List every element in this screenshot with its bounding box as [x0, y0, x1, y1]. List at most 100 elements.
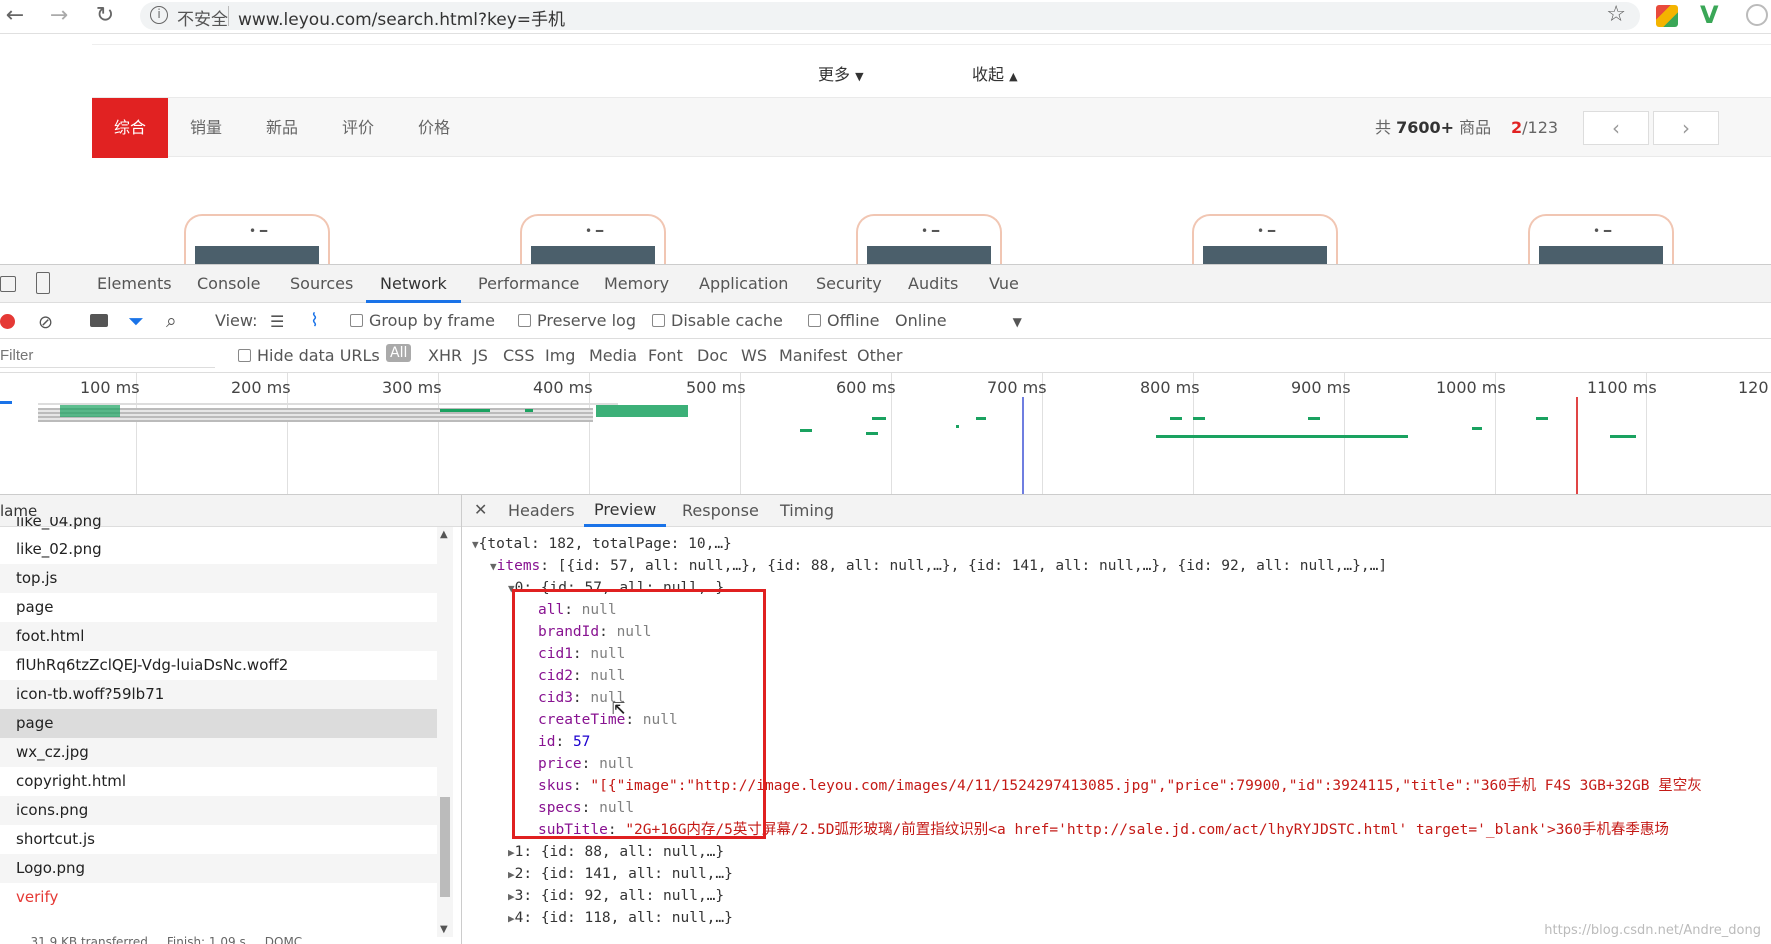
request-row[interactable]: flUhRq6tzZclQEJ-Vdg-luiaDsNc.woff2 — [0, 651, 437, 680]
request-row-selected[interactable]: page — [0, 709, 437, 738]
reload-icon[interactable]: ↻ — [92, 3, 118, 28]
filter-type-manifest[interactable]: Manifest — [779, 346, 847, 365]
tab-console[interactable]: Console — [197, 265, 261, 303]
tab-security[interactable]: Security — [816, 265, 882, 303]
json-items[interactable]: ▼items: [{id: 57, all: null,…}, {id: 88,… — [490, 555, 1387, 577]
filter-icon[interactable]: ⏷ — [128, 309, 144, 333]
disable-cache-checkbox[interactable]: Disable cache — [652, 311, 783, 330]
json-value: "2G+16G内存/5英寸屏幕/2.5D弧形玻璃/前置指纹识别<a href='… — [625, 822, 1669, 838]
highlight-box — [512, 589, 766, 839]
tab-sources[interactable]: Sources — [290, 265, 353, 303]
scrollbar-thumb[interactable] — [440, 797, 450, 897]
filter-type-img[interactable]: Img — [545, 346, 575, 365]
request-row[interactable]: foot.html — [0, 622, 437, 651]
result-count: 共 7600+ 商品 — [1375, 118, 1492, 137]
tab-preview[interactable]: Preview — [584, 495, 667, 527]
vue-devtools-icon[interactable]: V — [1700, 1, 1719, 29]
throttling-select[interactable]: Online ▼ — [895, 311, 1022, 330]
hide-data-urls-checkbox[interactable]: Hide data URLs — [238, 346, 380, 365]
filter-type-ws[interactable]: WS — [741, 346, 767, 365]
view-label: View: — [215, 311, 258, 330]
filter-type-other[interactable]: Other — [857, 346, 902, 365]
json-item-collapsed[interactable]: ▶4: {id: 118, all: null,…} — [508, 907, 733, 929]
sort-tab-new[interactable]: 新品 — [244, 98, 320, 158]
scrollbar[interactable]: ▲ ▼ — [437, 527, 453, 937]
waterfall-bar — [1156, 435, 1408, 438]
search-icon[interactable]: ⌕ — [166, 310, 177, 332]
request-row[interactable]: Logo.png — [0, 854, 437, 883]
tab-audits[interactable]: Audits — [908, 265, 958, 303]
tab-performance[interactable]: Performance — [478, 265, 579, 303]
request-row[interactable]: verify — [0, 883, 437, 912]
filter-type-all[interactable]: All — [386, 344, 412, 362]
device-toolbar-icon[interactable] — [36, 272, 50, 294]
back-icon[interactable]: ← — [2, 3, 28, 28]
filter-type-media[interactable]: Media — [589, 346, 637, 365]
offline-checkbox[interactable]: Offline — [808, 311, 880, 330]
json-item-collapsed[interactable]: ▶2: {id: 141, all: null,…} — [508, 863, 733, 885]
filter-type-doc[interactable]: Doc — [697, 346, 728, 365]
sort-tab-reviews[interactable]: 评价 — [320, 98, 396, 158]
waterfall-bar — [1308, 417, 1320, 420]
request-row[interactable]: like_02.png — [0, 535, 437, 564]
tab-headers[interactable]: Headers — [508, 501, 575, 520]
request-row[interactable]: page — [0, 593, 437, 622]
clear-icon[interactable]: ⊘ — [38, 312, 53, 333]
filter-type-font[interactable]: Font — [648, 346, 683, 365]
next-page-button[interactable]: › — [1653, 111, 1719, 145]
inspect-icon[interactable] — [0, 276, 16, 292]
group-by-frame-checkbox[interactable]: Group by frame — [350, 311, 495, 330]
waterfall-bar — [866, 432, 878, 435]
tab-vue[interactable]: Vue — [989, 265, 1019, 303]
sort-tab-sales[interactable]: 销量 — [168, 98, 244, 158]
security-label: 不安全 — [177, 10, 228, 30]
json-item-collapsed[interactable]: ▶3: {id: 92, all: null,…} — [508, 885, 724, 907]
request-row[interactable]: icons.png — [0, 796, 437, 825]
tab-timing[interactable]: Timing — [780, 501, 834, 520]
request-row[interactable]: icon-tb.woff?59lb71 — [0, 680, 437, 709]
screenshot-icon[interactable] — [90, 314, 108, 327]
url-text[interactable]: www.leyou.com/search.html?key=手机 — [238, 5, 565, 30]
tab-elements[interactable]: Elements — [97, 265, 172, 303]
prev-page-button[interactable]: ‹ — [1583, 111, 1649, 145]
waterfall-bar — [525, 409, 533, 412]
overview-icon[interactable]: ⌇ — [310, 310, 319, 331]
address-bar[interactable]: i 不安全 www.leyou.com/search.html?key=手机 ☆ — [140, 2, 1640, 30]
request-row[interactable]: like_04.png — [0, 517, 437, 533]
request-row[interactable]: shortcut.js — [0, 825, 437, 854]
request-row[interactable]: wx_cz.jpg — [0, 738, 437, 767]
json-root[interactable]: ▼{total: 182, totalPage: 10,…} — [472, 533, 732, 555]
json-item-collapsed[interactable]: ▶1: {id: 88, all: null,…} — [508, 841, 724, 863]
filter-type-css[interactable]: CSS — [503, 346, 534, 365]
extension-icon[interactable] — [1656, 5, 1678, 27]
tab-application[interactable]: Application — [699, 265, 788, 303]
waterfall-bar — [1472, 427, 1482, 430]
timeline-overview[interactable]: 100 ms 200 ms 300 ms 400 ms 500 ms 600 m… — [0, 373, 1771, 495]
timeline-tick: 100 ms — [80, 378, 140, 397]
tab-response[interactable]: Response — [682, 501, 759, 520]
forward-icon[interactable]: → — [46, 3, 72, 28]
large-rows-icon[interactable]: ☰ — [270, 312, 284, 331]
star-icon[interactable]: ☆ — [1606, 2, 1626, 27]
info-icon[interactable]: i — [150, 6, 168, 24]
filter-type-js[interactable]: JS — [473, 346, 488, 365]
close-icon[interactable]: ✕ — [474, 500, 487, 519]
filter-type-xhr[interactable]: XHR — [428, 346, 462, 365]
sort-tab-comprehensive[interactable]: 综合 — [92, 98, 168, 158]
sort-tab-price[interactable]: 价格 — [396, 98, 472, 158]
request-row[interactable]: copyright.html — [0, 767, 437, 796]
sort-bar: 综合 销量 新品 评价 价格 共 7600+ 商品 2/123 ‹ › — [92, 97, 1771, 158]
waterfall-bar — [596, 405, 688, 417]
preserve-log-checkbox[interactable]: Preserve log — [518, 311, 636, 330]
scroll-down-icon[interactable]: ▼ — [440, 924, 448, 935]
collapse-button[interactable]: 收起 ▲ — [972, 61, 1018, 85]
timeline-tick: 400 ms — [533, 378, 593, 397]
scroll-up-icon[interactable]: ▲ — [440, 529, 448, 540]
tab-network[interactable]: Network — [366, 265, 461, 303]
more-button[interactable]: 更多 ▼ — [818, 61, 864, 85]
record-icon[interactable] — [0, 314, 15, 329]
extension-icon[interactable] — [1746, 4, 1768, 26]
tab-memory[interactable]: Memory — [604, 265, 669, 303]
filter-input[interactable] — [0, 344, 215, 368]
request-row[interactable]: top.js — [0, 564, 437, 593]
